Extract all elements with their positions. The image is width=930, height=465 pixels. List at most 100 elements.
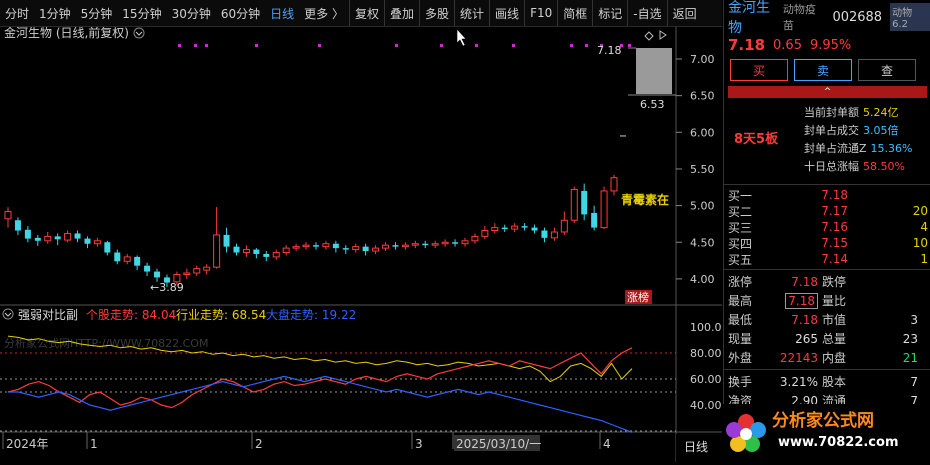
candle-body [322, 243, 330, 248]
price-change: 0.65 [773, 37, 802, 53]
candle-body [292, 246, 300, 249]
site-logo: 分析家公式网 www.70822.com [722, 404, 930, 462]
toolbar-action-0[interactable]: 复权 [348, 0, 384, 26]
candle-body [521, 226, 528, 228]
collapse-toggle[interactable]: ^ [728, 86, 927, 98]
quote-label-2: 量比 [822, 294, 847, 308]
period-tab-6[interactable]: 日线 [265, 0, 299, 26]
watermark: 分析家公式网HTTP://WWW.70822.COM [4, 336, 208, 350]
toolbar-action-2[interactable]: 多股 [419, 0, 454, 26]
chart-area[interactable]: 金河生物 (日线,前复权) 7.00 6.50 6.00 5.50 5.00 4.50 4.… [0, 25, 729, 462]
x-tick-label: 4 [603, 437, 611, 451]
candle-body [253, 249, 260, 254]
low-label: 6.53 [640, 98, 665, 111]
candle-body [570, 188, 578, 221]
bid-row[interactable]: 买二 7.17 20 [724, 203, 930, 219]
period-tab-2[interactable]: 5分钟 [76, 0, 118, 26]
candle-body [272, 252, 280, 258]
logo-graphic: 分析家公式网 www.70822.com [722, 404, 930, 462]
quote-value-2: 21 [902, 350, 918, 365]
divider [724, 369, 930, 370]
buy-button[interactable]: 买 [730, 59, 788, 81]
bid-row[interactable]: 买一 7.18 [724, 187, 930, 203]
toolbar-action-9[interactable]: 返回 [666, 0, 702, 26]
stock-category[interactable]: 动物疫苗 [783, 1, 825, 33]
y-tick-label: 6.00 [690, 126, 715, 139]
stat-value: 5.24亿 [863, 106, 899, 119]
candle-body [422, 243, 429, 246]
candle-body [14, 220, 21, 231]
indicator-industry-value: 行业走势: 68.54 [176, 308, 266, 322]
quote-value: 7.18 [791, 312, 818, 327]
toolbar-action-3[interactable]: 统计 [454, 0, 489, 26]
candle-body [332, 243, 339, 249]
period-tab-0[interactable]: 分时 [0, 0, 34, 26]
candle-body [193, 268, 201, 274]
bid-price: 7.14 [821, 252, 848, 266]
stat-value: 15.36% [870, 142, 913, 155]
quote-label: 最低 [728, 313, 753, 327]
sector-badge[interactable]: 动物 6.2 [890, 3, 930, 31]
bid-qty: 20 [912, 204, 928, 218]
candle-body [431, 243, 439, 246]
candle-body [223, 234, 230, 247]
period-tab-1[interactable]: 1分钟 [34, 0, 76, 26]
marker-dot [512, 44, 515, 47]
x-tick-label: 3 [415, 437, 423, 451]
period-tab-4[interactable]: 30分钟 [167, 0, 216, 26]
min-price-marker: ←3.89 [150, 281, 184, 294]
quote-label-2: 总量 [822, 332, 847, 346]
candle-body [352, 246, 360, 251]
quote-value: 7.18 [774, 292, 818, 309]
x-tick-label: 2025/03/10/一 [456, 437, 541, 451]
bid-row[interactable]: 买五 7.14 1 [724, 251, 930, 267]
bid-label: 买一 [728, 188, 753, 203]
toolbar-action-4[interactable]: 画线 [489, 0, 524, 26]
stock-name[interactable]: 金河生物 [728, 0, 781, 37]
candle-body [362, 246, 369, 252]
marker-dot [570, 44, 573, 47]
kline-chart[interactable]: 金河生物 (日线,前复权) 7.00 6.50 6.00 5.50 5.00 4.50 4.… [0, 25, 729, 462]
bid-price: 7.18 [821, 188, 848, 202]
quote-row: 最低 7.18 市值 3 [724, 310, 930, 329]
trade-buttons: 买 卖 查 [724, 56, 930, 84]
toolbar-action-7[interactable]: 标记 [592, 0, 627, 26]
period-tab-7[interactable]: 更多 〉 [299, 0, 349, 26]
logo-title: 分析家公式网 [772, 410, 874, 431]
toolbar-action-8[interactable]: -自选 [627, 0, 666, 26]
news-annotation[interactable]: 青霉素在 [621, 192, 669, 207]
candle-body [392, 245, 399, 247]
candle-body [4, 210, 12, 220]
candle-body [471, 235, 479, 242]
toolbar-action-6[interactable]: 简框 [557, 0, 592, 26]
candle-body [183, 272, 191, 276]
quote-row: 换手 3.21% 股本 7 [724, 372, 930, 391]
candle-body [104, 242, 111, 253]
candle-body [550, 231, 558, 239]
sell-button[interactable]: 卖 [794, 59, 852, 81]
toolbar-action-1[interactable]: 叠加 [384, 0, 419, 26]
stat-label: 十日总涨幅 [804, 160, 859, 173]
period-tab-3[interactable]: 15分钟 [117, 0, 166, 26]
quote-label-2: 股本 [822, 375, 847, 389]
limit-stats: 8天5板 当前封单额 5.24亿 封单占成交 3.05倍 封单占流通Z 15.36% 十日总… [724, 100, 930, 182]
bid-row[interactable]: 买三 7.16 4 [724, 219, 930, 235]
candle-body [213, 234, 221, 268]
toolbar-action-5[interactable]: F10 [524, 0, 557, 26]
indicator-stock-value: 个股走势: 84.04 [86, 308, 176, 322]
marker-dot [440, 44, 443, 47]
x-axis-period[interactable]: 日线 [684, 440, 708, 454]
period-tab-5[interactable]: 60分钟 [216, 0, 265, 26]
candle-body [600, 190, 608, 229]
candle-body [93, 240, 101, 245]
indicator-tick-label: 100.00 [690, 321, 722, 334]
bid-row[interactable]: 买四 7.15 10 [724, 235, 930, 251]
bid-book: 买一 7.18 买二 7.17 20 买三 7.16 4 买四 7.15 10 买五 7.14 1 [724, 187, 930, 267]
limit-tag[interactable]: 涨榜 [627, 290, 649, 304]
last-price: 7.18 [728, 36, 766, 54]
query-button[interactable]: 查 [858, 59, 916, 81]
stat-line: 十日总涨幅 58.50% [804, 158, 905, 174]
candle-body [581, 190, 588, 215]
high-label: 7.18 [597, 44, 622, 57]
marker-dot [205, 44, 208, 47]
